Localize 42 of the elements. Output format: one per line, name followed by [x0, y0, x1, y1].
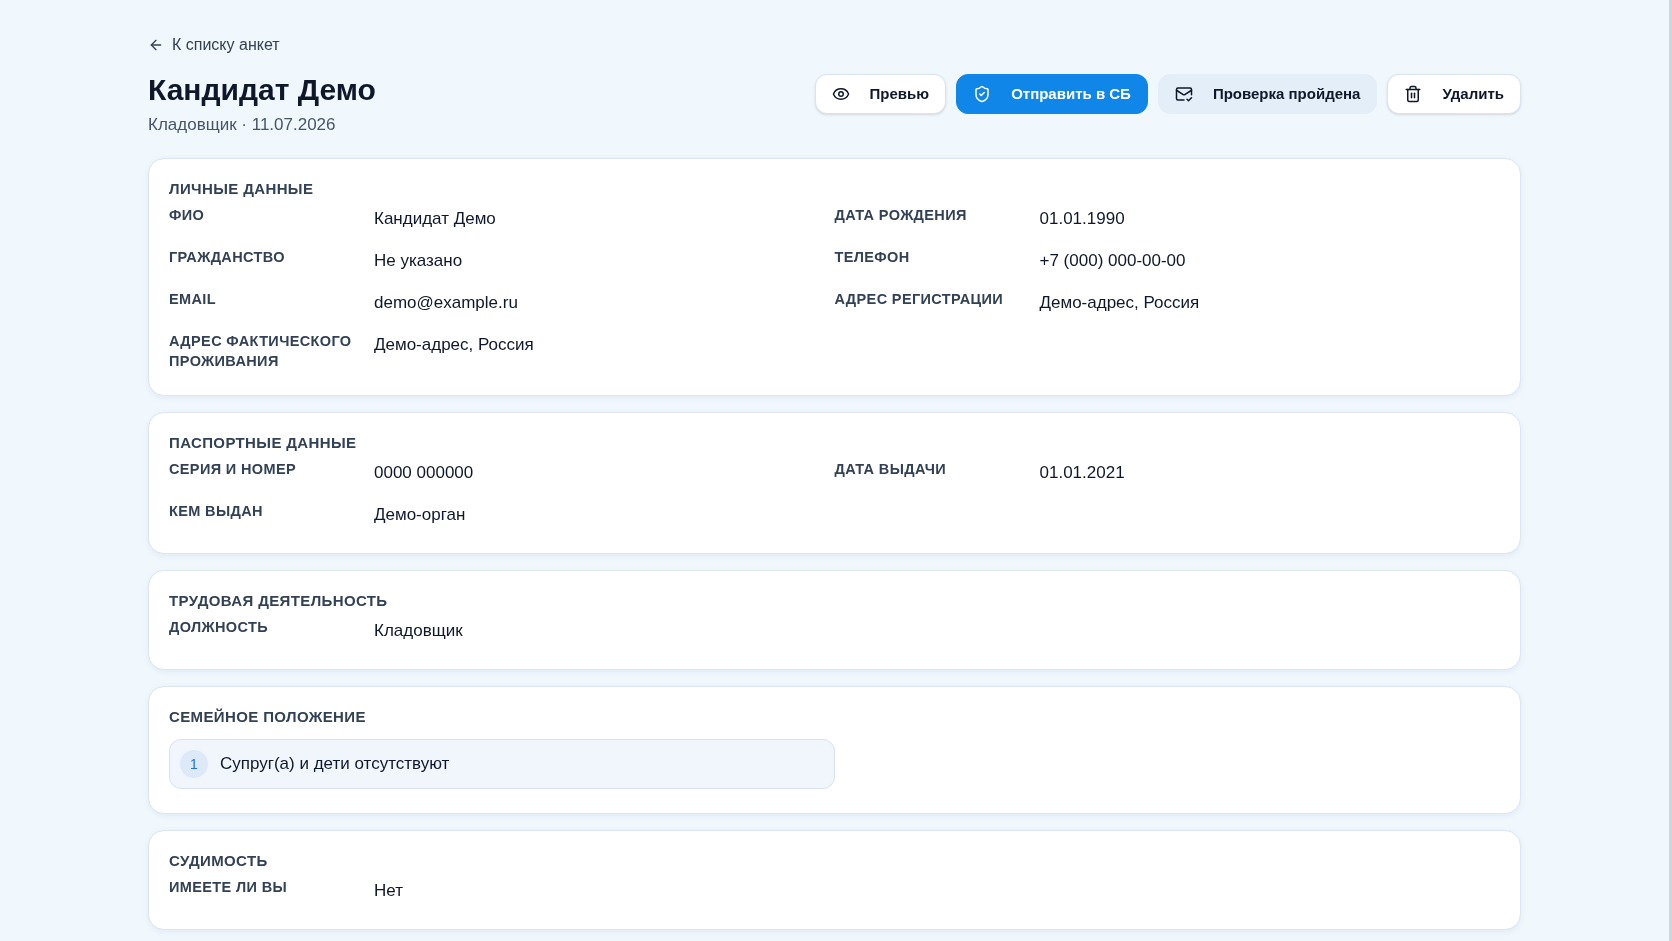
field-value: Демо-орган	[374, 503, 466, 526]
page-subtitle: Кладовщик · 11.07.2026	[148, 114, 337, 136]
field-label: КЕМ ВЫДАН	[169, 501, 264, 521]
action-button[interactable]: Отправить в СБ	[956, 74, 1148, 114]
field-value: demo@example.ru	[374, 291, 518, 314]
page-title: Кандидат Демо	[148, 72, 376, 108]
number-badge: 1	[180, 749, 208, 778]
section-title: СЕМЕЙНОЕ ПОЛОЖЕНИЕ	[169, 706, 367, 727]
shield-icon	[973, 85, 992, 103]
field-value: Кандидат Демо	[374, 207, 496, 230]
field-label: ТЕЛЕФОН	[834, 247, 911, 267]
field-label: СЕРИЯ И НОМЕР	[169, 459, 298, 479]
section-title: ЛИЧНЫЕ ДАННЫЕ	[169, 178, 315, 199]
field-label: АДРЕС РЕГИСТРАЦИИ	[834, 289, 1005, 309]
field-value: Не указано	[374, 249, 463, 272]
section-title: ТРУДОВАЯ ДЕЯТЕЛЬНОСТЬ	[169, 590, 389, 611]
field-label: ФИО	[169, 205, 206, 225]
field-label: ДАТА РОЖДЕНИЯ	[834, 205, 968, 225]
section-title: СУДИМОСТЬ	[169, 850, 269, 871]
field-value: Демо-адрес, Россия	[374, 333, 534, 356]
list-item-text: Супруг(а) и дети отсутствуют	[220, 752, 450, 775]
field-value: 0000 000000	[374, 461, 474, 484]
field-value: Демо-адрес, Россия	[1039, 291, 1200, 314]
action-button[interactable]: Удалить	[1387, 74, 1521, 114]
field-label: ДОЛЖНОСТЬ	[169, 617, 269, 637]
action-button[interactable]: Проверка пройдена	[1157, 74, 1378, 114]
field-label: ГРАЖДАНСТВО	[169, 247, 286, 267]
field-value: 01.01.2021	[1039, 461, 1125, 484]
field-label: АДРЕС ФАКТИЧЕСКОГО ПРОЖИВАНИЯ	[169, 331, 353, 371]
field-value: +7 (000) 000-00-00	[1039, 249, 1186, 272]
trash-icon	[1404, 85, 1423, 103]
field-label: EMAIL	[169, 289, 217, 309]
eye-icon	[831, 85, 850, 103]
field-label: ИМЕЕТЕ ЛИ ВЫ	[169, 877, 289, 897]
field-value: Нет	[374, 879, 403, 902]
section-title: ПАСПОРТНЫЕ ДАННЫЕ	[169, 432, 358, 453]
back-link[interactable]: К списку анкет	[148, 33, 280, 57]
field-value: Кладовщик	[374, 619, 463, 642]
field-value: 01.01.1990	[1039, 207, 1125, 230]
field-label: ДАТА ВЫДАЧИ	[834, 459, 947, 479]
action-button[interactable]: Превью	[814, 74, 947, 114]
envelope-icon	[1174, 85, 1193, 103]
